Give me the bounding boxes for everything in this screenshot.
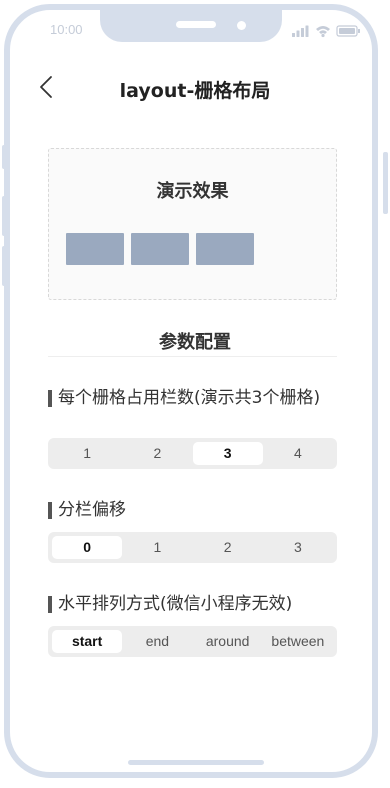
justify-selector: start end around between: [48, 626, 337, 657]
segment-option[interactable]: around: [193, 630, 263, 653]
demo-grid-col: [196, 233, 254, 265]
segment-option[interactable]: 3: [263, 536, 333, 559]
speaker: [176, 21, 216, 28]
group-label-span: 每个栅格占用栏数(演示共3个栅格): [48, 388, 338, 408]
segment-option-selected[interactable]: 0: [52, 536, 123, 559]
wifi-icon: [316, 26, 330, 38]
camera: [237, 21, 246, 30]
offset-selector: 0 1 2 3: [48, 532, 337, 563]
home-indicator: [128, 760, 264, 765]
status-time: 10:00: [50, 22, 83, 37]
label-accent-bar: [48, 596, 52, 613]
side-button: [2, 196, 7, 236]
demo-title: 演示效果: [156, 181, 229, 202]
segment-option-selected[interactable]: 3: [192, 442, 263, 465]
group-label-text: 每个栅格占用栏数(演示共3个栅格): [58, 388, 321, 408]
label-accent-bar: [48, 390, 52, 407]
status-icons: [292, 25, 360, 38]
page-title: layout-栅格布局: [119, 80, 271, 102]
group-label-justify: 水平排列方式(微信小程序无效): [48, 594, 338, 614]
segment-option-selected[interactable]: start: [52, 630, 123, 653]
demo-grid-row: [66, 233, 321, 265]
segment-option[interactable]: 2: [122, 442, 192, 465]
side-button: [2, 246, 7, 286]
segment-option[interactable]: 1: [52, 442, 122, 465]
demo-panel: 演示效果: [48, 148, 337, 300]
demo-grid-col: [66, 233, 124, 265]
segment-option[interactable]: 1: [122, 536, 192, 559]
signal-icon: [292, 25, 309, 37]
segment-option[interactable]: end: [122, 630, 192, 653]
segment-option[interactable]: between: [263, 630, 333, 653]
segment-option[interactable]: 4: [263, 442, 333, 465]
group-label-offset: 分栏偏移: [48, 500, 338, 520]
divider: [48, 356, 337, 357]
segment-option[interactable]: 2: [193, 536, 263, 559]
side-button: [2, 145, 7, 169]
demo-grid-col: [131, 233, 189, 265]
span-selector: 1 2 3 4: [48, 438, 337, 469]
config-section-title: 参数配置: [159, 332, 231, 353]
battery-icon: [336, 25, 360, 37]
group-label-text: 分栏偏移: [58, 500, 126, 520]
side-button: [383, 152, 388, 214]
label-accent-bar: [48, 502, 52, 519]
group-label-text: 水平排列方式(微信小程序无效): [58, 594, 293, 614]
